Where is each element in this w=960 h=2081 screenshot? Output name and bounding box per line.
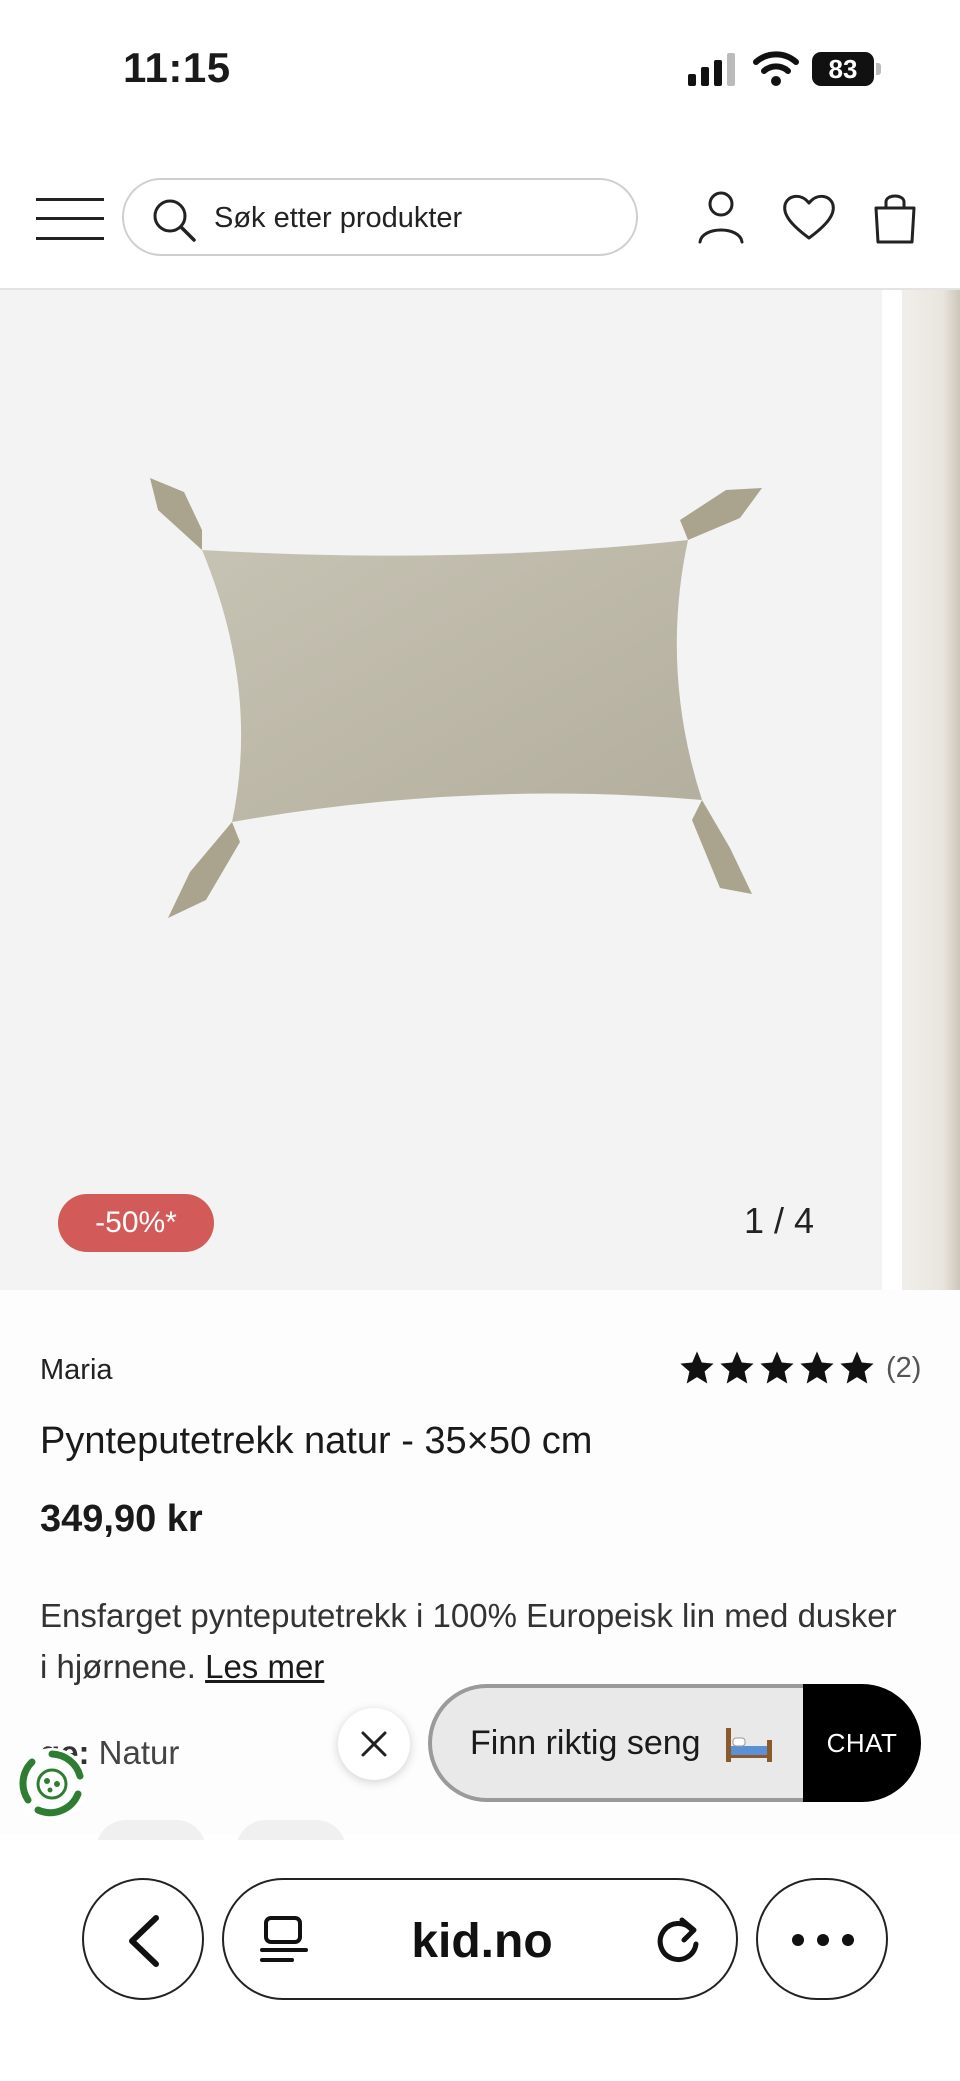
star-icon (680, 1351, 714, 1384)
cellular-signal-icon (688, 53, 735, 86)
next-image-peek[interactable] (902, 290, 960, 1290)
product-brand[interactable]: Maria (40, 1354, 113, 1387)
discount-badge: -50%* (58, 1194, 214, 1252)
product-image[interactable]: -50%* 1 / 4 (0, 290, 882, 1290)
close-promo-button[interactable] (338, 1708, 410, 1780)
close-icon (361, 1731, 387, 1757)
chat-button[interactable]: CHAT (803, 1684, 921, 1802)
menu-icon[interactable] (36, 196, 104, 242)
star-icon (760, 1351, 794, 1384)
read-more-link[interactable]: Les mer (205, 1648, 324, 1685)
battery-tip (876, 63, 881, 75)
shopping-bag-icon[interactable] (866, 188, 924, 246)
rating-count: (2) (886, 1351, 922, 1384)
wifi-icon (753, 51, 799, 86)
product-gallery[interactable]: -50%* 1 / 4 (0, 290, 960, 1290)
pillow-image (150, 478, 762, 918)
product-rating[interactable]: (2) (678, 1348, 921, 1388)
ellipsis-icon (792, 1934, 854, 1946)
status-time: 11:15 (123, 44, 231, 91)
find-bed-button[interactable]: Finn riktig seng (428, 1684, 803, 1802)
search-icon (153, 199, 196, 242)
image-counter: 1 / 4 (744, 1200, 815, 1241)
status-bar: 11:15 83 (0, 0, 960, 140)
eco-badge-icon[interactable] (12, 1744, 92, 1824)
more-options-button[interactable] (756, 1878, 888, 2000)
site-header: Søk etter produkter (0, 160, 960, 290)
product-price: 349,90 kr (40, 1498, 203, 1540)
product-description: Ensfarget pynteputetrekk i 100% Europeis… (40, 1590, 900, 1692)
product-title: Pynteputetrekk natur - 35×50 cm (40, 1420, 593, 1462)
color-value: Natur (98, 1734, 180, 1771)
search-input[interactable]: Søk etter produkter (122, 178, 638, 256)
chevron-left-icon (129, 1915, 159, 1967)
heart-icon[interactable] (780, 188, 838, 246)
star-icon (840, 1351, 874, 1384)
find-bed-label: Finn riktig seng (470, 1724, 701, 1762)
search-placeholder: Søk etter produkter (214, 202, 463, 234)
battery-indicator: 83 (812, 52, 882, 86)
star-icon (720, 1351, 754, 1384)
browser-toolbar: kid.no (0, 1840, 960, 2081)
bed-icon (726, 1728, 772, 1762)
battery-level: 83 (812, 52, 874, 86)
reload-icon[interactable] (652, 1914, 704, 1968)
account-icon[interactable] (692, 188, 750, 246)
address-bar[interactable]: kid.no (222, 1878, 738, 2000)
star-icon (800, 1351, 834, 1384)
back-button[interactable] (82, 1878, 204, 2000)
description-text: Ensfarget pynteputetrekk i 100% Europeis… (40, 1597, 897, 1685)
